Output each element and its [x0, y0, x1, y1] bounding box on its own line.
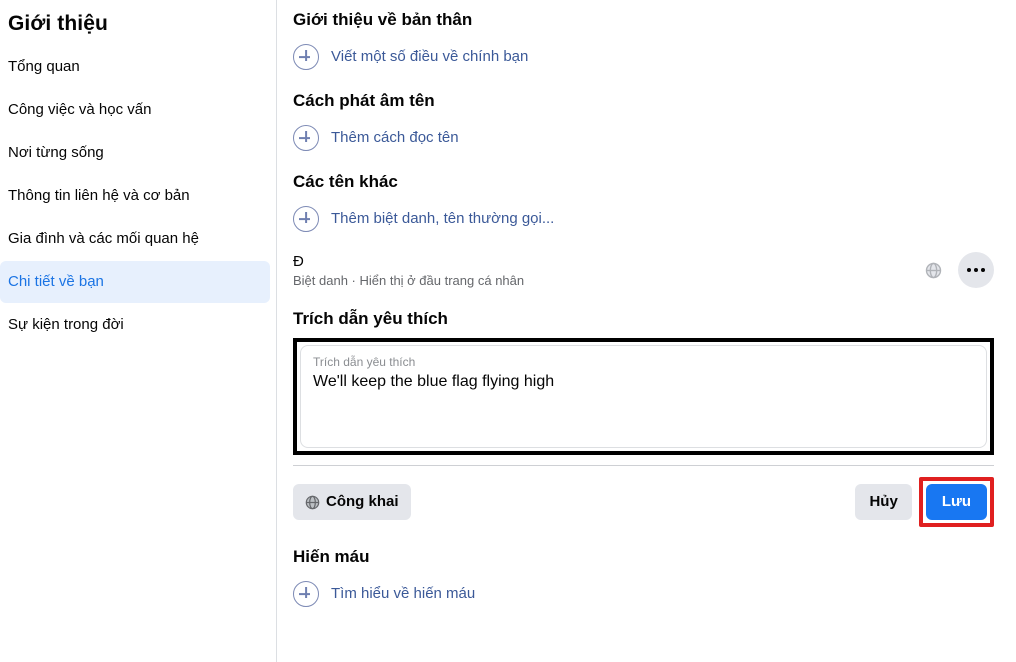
section-heading-favorite-quote: Trích dẫn yêu thích: [293, 309, 448, 328]
quote-editor-actions: Công khai Hủy Lưu: [293, 466, 994, 535]
sidebar-item-label: Nơi từng sống: [8, 144, 104, 161]
favorite-quote-input-label: Trích dẫn yêu thích: [313, 355, 416, 369]
add-bio-label: Viết một số điều về chính bạn: [331, 48, 529, 65]
quote-field-highlight: Trích dẫn yêu thích We'll keep the blue …: [293, 338, 994, 455]
sidebar-nav-list: Tổng quan Công việc và học vấn Nơi từng …: [0, 46, 276, 346]
sidebar-item-contact-basic-info[interactable]: Thông tin liên hệ và cơ bản: [0, 175, 270, 217]
add-nickname-row[interactable]: Thêm biệt danh, tên thường gọi...: [293, 199, 994, 241]
sidebar-item-places-lived[interactable]: Nơi từng sống: [0, 132, 270, 174]
section-heading-other-names: Các tên khác: [293, 172, 398, 191]
add-nickname-label: Thêm biệt danh, tên thường gọi...: [331, 210, 555, 227]
add-pronunciation-label: Thêm cách đọc tên: [331, 129, 459, 146]
save-button-highlight: Lưu: [918, 477, 994, 527]
sidebar-item-overview[interactable]: Tổng quan: [0, 46, 270, 88]
sidebar-item-label: Công việc và học vấn: [8, 101, 152, 118]
nickname-value: Đ: [293, 252, 304, 270]
sidebar-item-label: Gia đình và các mối quan hệ: [8, 230, 199, 247]
more-options-button[interactable]: [958, 252, 994, 288]
page-title: Giới thiệu: [8, 12, 108, 35]
sidebar-item-work-education[interactable]: Công việc và học vấn: [0, 89, 270, 131]
plus-icon: [293, 581, 319, 607]
sidebar-item-label: Sự kiện trong đời: [8, 316, 124, 333]
globe-icon: [925, 262, 942, 279]
plus-icon: [293, 44, 319, 70]
ellipsis-icon: [967, 268, 971, 272]
add-bio-row[interactable]: Viết một số điều về chính bạn: [293, 37, 994, 79]
plus-icon: [293, 125, 319, 151]
globe-icon: [305, 495, 320, 510]
save-cancel-group: Hủy Lưu: [855, 477, 994, 527]
sidebar-item-label: Tổng quan: [8, 58, 80, 75]
section-heading-blood-donation: Hiến máu: [293, 547, 370, 566]
save-button[interactable]: Lưu: [925, 484, 987, 520]
sidebar-item-details-about-you[interactable]: Chi tiết về bạn: [0, 261, 270, 303]
nickname-meta: Biệt danh · Hiển thị ở đầu trang cá nhân: [293, 272, 525, 288]
about-settings-page: Giới thiệu Tổng quan Công việc và học vấ…: [0, 0, 1016, 662]
nickname-entry-actions: [925, 252, 994, 288]
ellipsis-icon: [974, 268, 978, 272]
sidebar-item-label: Thông tin liên hệ và cơ bản: [8, 187, 190, 204]
about-sidebar: Giới thiệu Tổng quan Công việc và học vấ…: [0, 0, 277, 662]
favorite-quote-input[interactable]: Trích dẫn yêu thích We'll keep the blue …: [300, 345, 987, 448]
section-heading-pronunciation: Cách phát âm tên: [293, 91, 435, 110]
favorite-quote-input-value: We'll keep the blue flag flying high: [313, 373, 555, 390]
learn-blood-donation-label: Tìm hiểu về hiến máu: [331, 585, 476, 602]
add-pronunciation-row[interactable]: Thêm cách đọc tên: [293, 118, 994, 160]
section-heading-bio: Giới thiệu về bản thân: [293, 10, 473, 29]
about-details-content: Giới thiệu về bản thân Viết một số điều …: [277, 0, 1016, 662]
sidebar-item-life-events[interactable]: Sự kiện trong đời: [0, 304, 270, 346]
sidebar-item-family-relationships[interactable]: Gia đình và các mối quan hệ: [0, 218, 270, 260]
cancel-button[interactable]: Hủy: [855, 484, 912, 520]
plus-icon: [293, 206, 319, 232]
ellipsis-icon: [981, 268, 985, 272]
sidebar-item-label: Chi tiết về bạn: [8, 273, 104, 290]
nickname-entry-text: Đ Biệt danh · Hiển thị ở đầu trang cá nh…: [293, 252, 524, 289]
audience-selector-button[interactable]: Công khai: [293, 484, 411, 520]
nickname-entry-row: Đ Biệt danh · Hiển thị ở đầu trang cá nh…: [293, 241, 994, 297]
favorite-quote-editor: Trích dẫn yêu thích We'll keep the blue …: [293, 338, 994, 535]
audience-selector-label: Công khai: [326, 493, 399, 510]
learn-blood-donation-row[interactable]: Tìm hiểu về hiến máu: [293, 574, 994, 616]
